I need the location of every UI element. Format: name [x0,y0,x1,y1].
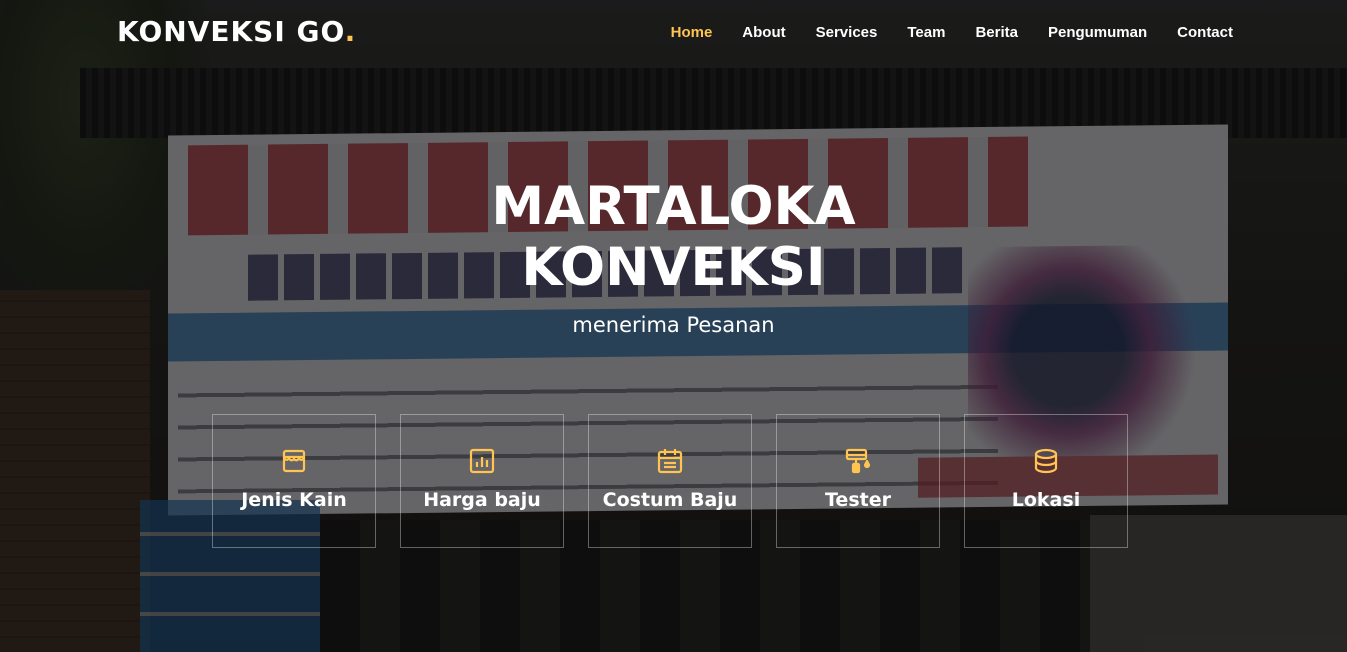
feature-box-tester[interactable]: Tester [776,414,940,548]
nav-contact[interactable]: Contact [1147,24,1233,41]
nav-services[interactable]: Services [786,24,878,41]
feature-label: Harga baju [423,489,541,511]
site-header: KONVEKSI GO. Home About Services Team Be… [0,0,1347,68]
feature-box-jenis-kain[interactable]: Jenis Kain [212,414,376,548]
site-logo[interactable]: KONVEKSI GO. [117,15,356,48]
nav-home[interactable]: Home [641,24,713,41]
main-nav: Home About Services Team Berita Pengumum… [641,24,1233,41]
nav-pengumuman[interactable]: Pengumuman [1018,24,1147,41]
feature-boxes: Jenis Kain Harga baju Costum Baju Tester… [212,414,1128,548]
feature-box-lokasi[interactable]: Lokasi [964,414,1128,548]
feature-box-harga-baju[interactable]: Harga baju [400,414,564,548]
hero-title-line1: MARTALOKA [491,176,856,237]
nav-about[interactable]: About [712,24,785,41]
database-icon [1034,448,1058,474]
feature-box-costum-baju[interactable]: Costum Baju [588,414,752,548]
hero-title-line2: KONVEKSI [521,237,826,298]
logo-text: KONVEKSI GO [117,15,345,48]
hero-subtitle: menerima Pesanan [572,313,775,337]
hero-title: MARTALOKA KONVEKSI [0,176,1347,298]
feature-label: Tester [825,489,891,511]
paint-bucket-icon [845,448,871,474]
feature-label: Lokasi [1011,489,1081,511]
logo-dot: . [344,15,357,48]
nav-berita[interactable]: Berita [945,24,1018,41]
calendar-icon [657,449,683,474]
feature-label: Jenis Kain [241,489,347,511]
nav-team[interactable]: Team [877,24,945,41]
bar-chart-icon [469,448,495,474]
feature-label: Costum Baju [602,489,738,511]
store-icon [282,449,306,473]
